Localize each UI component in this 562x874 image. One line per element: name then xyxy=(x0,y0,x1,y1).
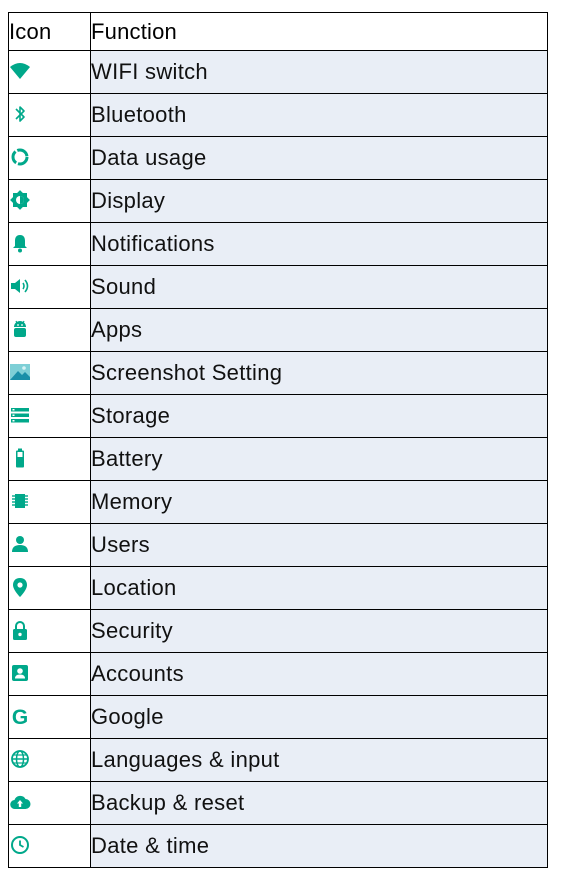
table-row: Backup & reset xyxy=(8,781,548,825)
table-row: Storage xyxy=(8,394,548,438)
bell-icon xyxy=(9,232,35,256)
volume-icon xyxy=(9,275,35,299)
icon-cell xyxy=(8,50,91,94)
icon-cell xyxy=(8,480,91,524)
table-row: G Google xyxy=(8,695,548,739)
android-icon xyxy=(9,318,35,342)
table-row: Date & time xyxy=(8,824,548,868)
function-label: WIFI switch xyxy=(90,50,548,94)
clock-icon xyxy=(9,834,35,858)
function-label: Screenshot Setting xyxy=(90,351,548,395)
icon-cell xyxy=(8,781,91,825)
cloud-upload-icon xyxy=(9,791,35,815)
brightness-icon xyxy=(9,189,35,213)
icon-cell xyxy=(8,222,91,266)
icon-cell xyxy=(8,179,91,223)
icon-cell xyxy=(8,394,91,438)
bluetooth-icon xyxy=(9,103,35,127)
icon-cell xyxy=(8,566,91,610)
table-row: Screenshot Setting xyxy=(8,351,548,395)
icon-cell: G xyxy=(8,695,91,739)
icon-cell xyxy=(8,265,91,309)
function-label: Security xyxy=(90,609,548,653)
table-row: Languages & input xyxy=(8,738,548,782)
globe-icon xyxy=(9,748,35,772)
function-label: Languages & input xyxy=(90,738,548,782)
function-column-header: Function xyxy=(90,12,548,51)
icon-cell xyxy=(8,437,91,481)
table-row: Users xyxy=(8,523,548,567)
table-row: Sound xyxy=(8,265,548,309)
table-row: Display xyxy=(8,179,548,223)
lock-icon xyxy=(9,619,35,643)
google-g-icon: G xyxy=(9,705,35,729)
table-row: Location xyxy=(8,566,548,610)
function-label: Backup & reset xyxy=(90,781,548,825)
data-usage-icon xyxy=(9,146,35,170)
function-label: Users xyxy=(90,523,548,567)
function-label: Storage xyxy=(90,394,548,438)
icon-cell xyxy=(8,93,91,137)
table-row: Data usage xyxy=(8,136,548,180)
screenshot-image-icon xyxy=(9,361,35,385)
function-label: Location xyxy=(90,566,548,610)
table-row: Accounts xyxy=(8,652,548,696)
function-label: Bluetooth xyxy=(90,93,548,137)
function-label: Memory xyxy=(90,480,548,524)
function-label: Google xyxy=(90,695,548,739)
table-row: Bluetooth xyxy=(8,93,548,137)
function-label: Date & time xyxy=(90,824,548,868)
table-row: Memory xyxy=(8,480,548,524)
function-label: Display xyxy=(90,179,548,223)
icon-cell xyxy=(8,308,91,352)
memory-chip-icon xyxy=(9,490,35,514)
table-header-row: Icon Function xyxy=(8,12,548,51)
function-label: Notifications xyxy=(90,222,548,266)
settings-icon-table: Icon Function WIFI switch Bluetooth Data u… xyxy=(8,12,548,868)
table-row: Security xyxy=(8,609,548,653)
icon-cell xyxy=(8,738,91,782)
icon-cell xyxy=(8,609,91,653)
function-label: Data usage xyxy=(90,136,548,180)
table-row: Apps xyxy=(8,308,548,352)
account-box-icon xyxy=(9,662,35,686)
table-row: WIFI switch xyxy=(8,50,548,94)
svg-text:G: G xyxy=(12,706,28,727)
function-label: Battery xyxy=(90,437,548,481)
function-label: Accounts xyxy=(90,652,548,696)
icon-cell xyxy=(8,652,91,696)
icon-cell xyxy=(8,351,91,395)
icon-cell xyxy=(8,136,91,180)
storage-icon xyxy=(9,404,35,428)
location-pin-icon xyxy=(9,576,35,600)
function-label: Sound xyxy=(90,265,548,309)
icon-column-header: Icon xyxy=(8,12,91,51)
person-icon xyxy=(9,533,35,557)
icon-cell xyxy=(8,523,91,567)
function-label: Apps xyxy=(90,308,548,352)
table-row: Battery xyxy=(8,437,548,481)
table-row: Notifications xyxy=(8,222,548,266)
wifi-icon xyxy=(9,60,35,84)
icon-cell xyxy=(8,824,91,868)
battery-icon xyxy=(9,447,35,471)
